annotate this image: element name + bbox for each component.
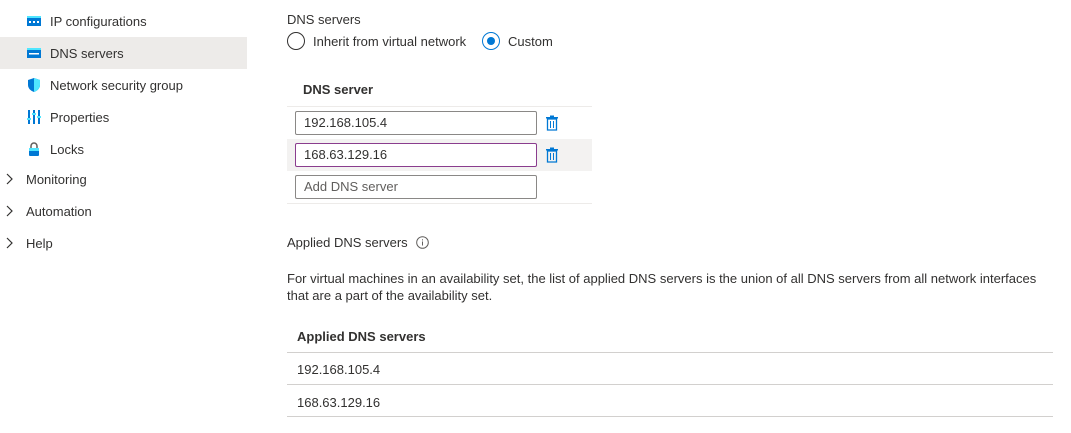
applied-dns-servers-heading: Applied DNS servers <box>287 235 429 250</box>
sidebar-item-ip-configurations[interactable]: IP configurations <box>0 5 247 37</box>
sidebar-group-label: Automation <box>26 203 92 219</box>
dns-server-row: 192.168.105.4 <box>287 107 592 139</box>
sidebar-item-network-security-group[interactable]: Network security group <box>0 69 247 101</box>
dns-server-row: Add DNS server <box>287 171 592 203</box>
divider <box>287 416 1053 417</box>
shield-icon <box>28 78 40 92</box>
applied-dns-servers-label: Applied DNS servers <box>287 235 408 250</box>
description-line: For virtual machines in an availability … <box>287 271 1037 286</box>
sidebar-item-label: Properties <box>50 109 110 125</box>
applied-dns-cell: 192.168.105.4 <box>297 362 381 377</box>
sidebar-group-automation[interactable]: Automation <box>0 195 247 227</box>
applied-dns-cell: 168.63.129.16 <box>297 395 381 410</box>
sidebar-item-label: Network security group <box>50 77 183 93</box>
radio-label: Custom <box>508 33 553 49</box>
applied-dns-description: For virtual machines in an availability … <box>287 270 1047 304</box>
sidebar-item-label: DNS servers <box>50 45 124 61</box>
chevron-right-icon <box>6 205 13 217</box>
dns-server-input[interactable]: 168.63.129.16 <box>295 143 537 167</box>
add-dns-server-input[interactable]: Add DNS server <box>295 175 537 199</box>
sidebar-group-label: Monitoring <box>26 171 87 187</box>
radio-button[interactable] <box>482 32 500 50</box>
radio-button[interactable] <box>287 32 305 50</box>
sidebar-group-monitoring[interactable]: Monitoring <box>0 163 247 195</box>
dns-server-row: 168.63.129.16 <box>287 139 592 171</box>
radio-label: Inherit from virtual network <box>313 33 467 49</box>
info-icon[interactable] <box>415 236 429 249</box>
sidebar-group-help[interactable]: Help <box>0 227 247 259</box>
delete-icon[interactable] <box>545 147 559 163</box>
sidebar-item-locks[interactable]: Locks <box>0 133 247 165</box>
dns-server-column-header: DNS server <box>303 82 374 97</box>
dns-server-input[interactable]: 192.168.105.4 <box>295 111 537 135</box>
divider <box>287 352 1053 353</box>
dns-settings-pane: DNS servers Inherit from virtual network… <box>287 0 1071 433</box>
ip-configurations-icon <box>27 16 41 26</box>
radio-custom[interactable]: Custom <box>482 31 553 51</box>
description-line: that are a part of the availability set. <box>287 288 493 303</box>
sidebar-item-dns-servers[interactable]: DNS servers <box>0 37 247 69</box>
resource-menu: IP configurations DNS servers Network se… <box>0 0 247 433</box>
sidebar-item-label: Locks <box>50 141 84 157</box>
divider <box>287 203 592 204</box>
sidebar-group-label: Help <box>26 235 53 251</box>
chevron-right-icon <box>6 237 13 249</box>
lock-icon <box>29 142 39 156</box>
divider <box>287 384 1053 385</box>
radio-inherit-from-vnet[interactable]: Inherit from virtual network <box>287 31 466 51</box>
properties-icon <box>27 110 41 124</box>
chevron-right-icon <box>6 173 13 185</box>
sidebar-item-properties[interactable]: Properties <box>0 101 247 133</box>
sidebar-item-label: IP configurations <box>50 13 147 29</box>
applied-dns-column-header: Applied DNS servers <box>297 329 426 344</box>
dns-servers-label: DNS servers <box>287 12 361 27</box>
dns-servers-icon <box>27 48 41 58</box>
delete-icon[interactable] <box>545 115 559 131</box>
